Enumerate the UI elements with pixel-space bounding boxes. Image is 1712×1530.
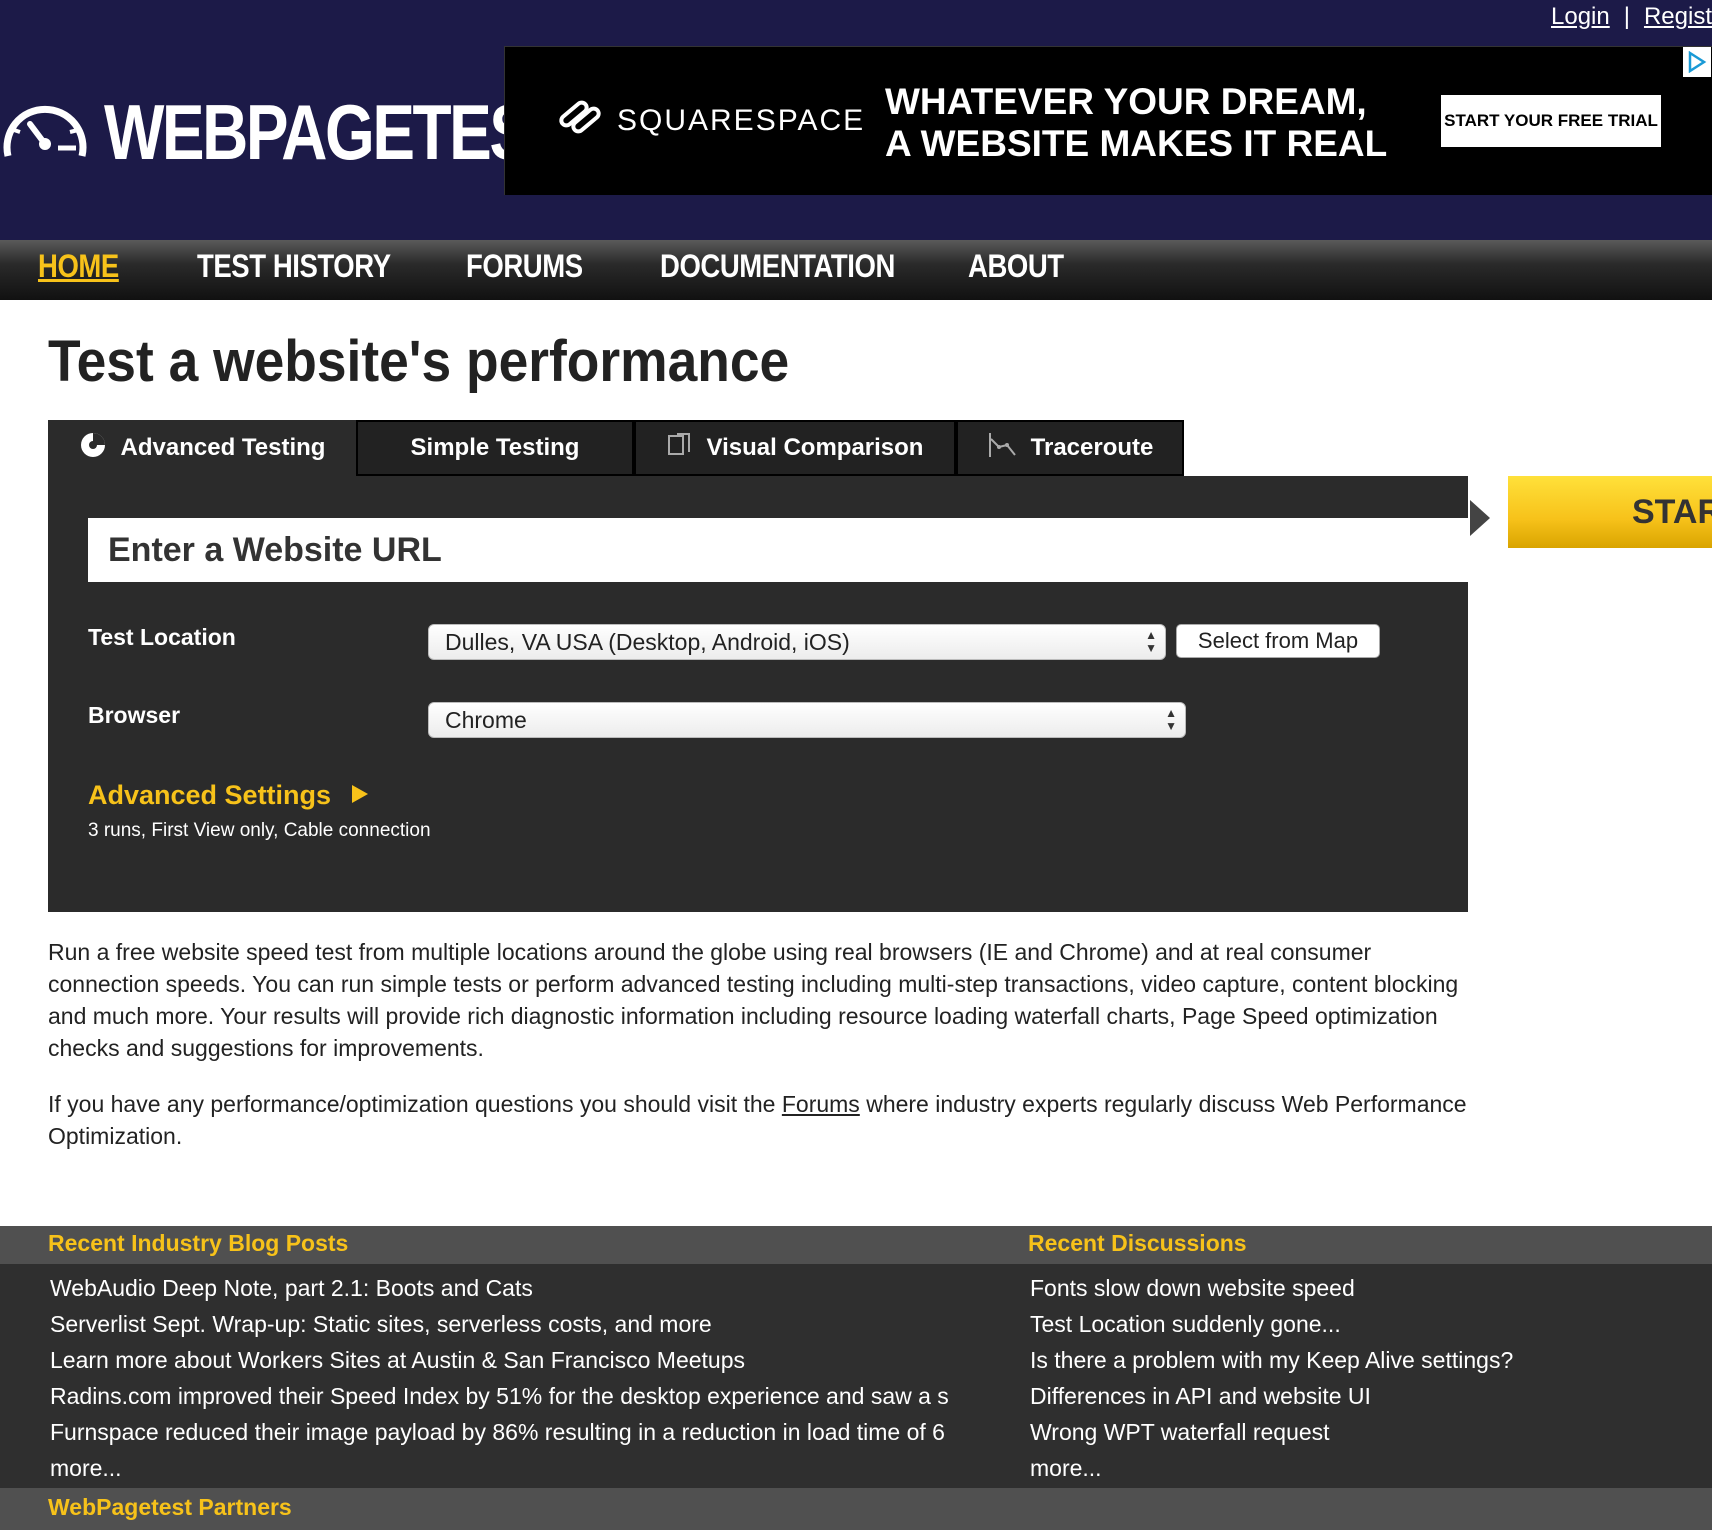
select-arrows-icon: ▲ ▼ xyxy=(1165,706,1177,733)
play-arrow-icon xyxy=(351,780,369,811)
blog-post-link[interactable]: Furnspace reduced their image payload by… xyxy=(50,1414,980,1450)
blog-post-link[interactable]: Learn more about Workers Sites at Austin… xyxy=(50,1342,980,1378)
discussion-link[interactable]: Is there a problem with my Keep Alive se… xyxy=(1030,1342,1670,1378)
tab-label: Advanced Testing xyxy=(120,434,326,461)
test-location-value: Dulles, VA USA (Desktop, Android, iOS) xyxy=(445,628,850,655)
register-link[interactable]: Regist xyxy=(1644,3,1712,31)
start-test-button[interactable]: START xyxy=(1508,476,1712,548)
blog-posts-heading: Recent Industry Blog Posts xyxy=(48,1230,349,1256)
page-title: Test a website's performance xyxy=(48,329,790,394)
forums-paragraph-text: If you have any performance/optimization… xyxy=(48,1091,782,1117)
test-location-select[interactable]: Dulles, VA USA (Desktop, Android, iOS) ▲… xyxy=(428,624,1166,660)
footer: Recent Industry Blog Posts Recent Discus… xyxy=(0,1226,1712,1530)
blog-more-link[interactable]: more... xyxy=(50,1450,980,1486)
link-separator: | xyxy=(1623,3,1630,30)
squarespace-logo-icon xyxy=(555,97,605,145)
intro-paragraph: Run a free website speed test from multi… xyxy=(48,939,1459,1061)
advanced-settings-label: Advanced Settings xyxy=(88,780,332,810)
advertisement-banner[interactable]: SQUARESPACE WHATEVER YOUR DREAM, A WEBSI… xyxy=(504,46,1712,195)
partners-heading: WebPagetest Partners xyxy=(48,1494,292,1520)
tab-visual-comparison[interactable]: Visual Comparison xyxy=(634,420,956,476)
login-link[interactable]: Login xyxy=(1551,3,1610,31)
select-from-map-button[interactable]: Select from Map xyxy=(1176,624,1380,658)
logo-wordmark: WEBPAGETEST xyxy=(104,87,569,176)
nav-documentation[interactable]: DOCUMENTATION xyxy=(660,248,895,285)
tab-traceroute[interactable]: Traceroute xyxy=(956,420,1184,476)
ad-brand: SQUARESPACE xyxy=(555,97,865,145)
discussion-link[interactable]: Differences in API and website UI xyxy=(1030,1378,1670,1414)
discussions-heading: Recent Discussions xyxy=(1028,1230,1247,1256)
discussions-more-link[interactable]: more... xyxy=(1030,1450,1670,1486)
select-arrows-icon: ▲ ▼ xyxy=(1145,628,1157,655)
blog-post-link[interactable]: WebAudio Deep Note, part 2.1: Boots and … xyxy=(50,1270,980,1306)
traceroute-icon xyxy=(987,431,1017,466)
browser-label: Browser xyxy=(88,702,181,728)
nav-home[interactable]: HOME xyxy=(38,248,119,285)
ad-choices-icon[interactable] xyxy=(1683,47,1711,77)
tab-label: Traceroute xyxy=(1030,434,1154,461)
url-input[interactable] xyxy=(88,518,1474,582)
discussions-list: Fonts slow down website speed Test Locat… xyxy=(1030,1270,1670,1486)
browser-value: Chrome xyxy=(445,706,527,733)
ad-headline-line1: WHATEVER YOUR DREAM, xyxy=(885,81,1367,122)
test-form-panel: Test Location Dulles, VA USA (Desktop, A… xyxy=(48,476,1474,912)
browser-select[interactable]: Chrome ▲ ▼ xyxy=(428,702,1186,738)
discussion-link[interactable]: Fonts slow down website speed xyxy=(1030,1270,1670,1306)
blog-post-link[interactable]: Radins.com improved their Speed Index by… xyxy=(50,1378,980,1414)
discussion-link[interactable]: Wrong WPT waterfall request xyxy=(1030,1414,1670,1450)
tab-label: Simple Testing xyxy=(410,434,580,461)
tab-label: Visual Comparison xyxy=(706,434,924,461)
discussion-link[interactable]: Test Location suddenly gone... xyxy=(1030,1306,1670,1342)
account-links: Login | Regist xyxy=(1551,0,1712,34)
main-nav: HOME TEST HISTORY FORUMS DOCUMENTATION A… xyxy=(0,240,1712,300)
ad-brand-name: SQUARESPACE xyxy=(617,104,866,137)
tab-simple-testing[interactable]: Simple Testing xyxy=(356,420,634,476)
nav-test-history[interactable]: TEST HISTORY xyxy=(197,248,391,285)
test-location-label: Test Location xyxy=(88,624,236,650)
blog-post-link[interactable]: Serverlist Sept. Wrap-up: Static sites, … xyxy=(50,1306,980,1342)
forums-paragraph: If you have any performance/optimization… xyxy=(48,1088,1468,1152)
document-compare-icon xyxy=(667,432,693,465)
nav-about[interactable]: ABOUT xyxy=(968,248,1064,285)
site-header: Login | Regist WEBPAGETEST SQUARESPACE W… xyxy=(0,0,1712,240)
speedometer-icon xyxy=(0,98,90,167)
ad-cta-button[interactable]: START YOUR FREE TRIAL xyxy=(1441,95,1661,147)
gauge-icon xyxy=(79,431,107,466)
ad-headline-line2: A WEBSITE MAKES IT REAL xyxy=(885,123,1388,164)
forums-link[interactable]: Forums xyxy=(782,1091,860,1117)
ad-headline: WHATEVER YOUR DREAM, A WEBSITE MAKES IT … xyxy=(885,81,1388,165)
start-pointer-icon xyxy=(1470,500,1490,536)
tab-advanced-testing[interactable]: Advanced Testing xyxy=(48,420,356,476)
advanced-settings-summary: 3 runs, First View only, Cable connectio… xyxy=(88,820,431,841)
partners-bar: WebPagetest Partners xyxy=(0,1488,1712,1530)
blog-posts-list: WebAudio Deep Note, part 2.1: Boots and … xyxy=(50,1270,980,1486)
nav-forums[interactable]: FORUMS xyxy=(466,248,583,285)
advanced-settings-toggle[interactable]: Advanced Settings xyxy=(88,780,369,811)
